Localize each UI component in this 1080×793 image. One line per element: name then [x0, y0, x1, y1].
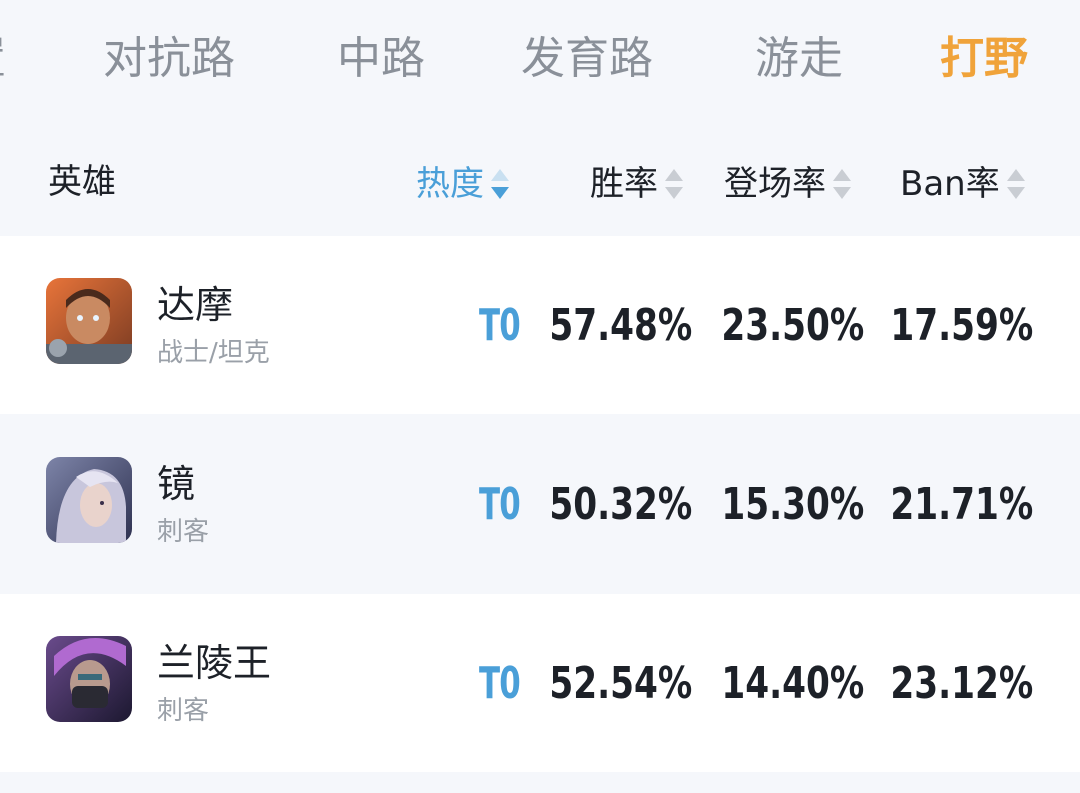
tab-mid-lane[interactable]: 中路	[337, 28, 425, 90]
sort-arrows-icon	[1006, 167, 1026, 201]
header-ban-rate-sort[interactable]: Ban率	[900, 158, 1026, 206]
sort-arrows-icon	[832, 167, 852, 201]
tab-roam[interactable]: 游走	[755, 28, 843, 90]
position-tabs: 置 对抗路 中路 发育路 游走 打野	[0, 0, 1080, 118]
pick-rate-value: 15.30%	[721, 479, 864, 530]
table-footer-gap	[0, 773, 1080, 793]
table-row[interactable]: 达摩 战士/坦克 T0 57.48% 23.50% 17.59%	[0, 236, 1080, 414]
header-heat-sort[interactable]: 热度	[416, 158, 510, 206]
pick-rate-value: 14.40%	[721, 658, 864, 709]
table-row[interactable]: 镜 刺客 T0 50.32% 15.30% 21.71%	[0, 415, 1080, 593]
hero-portrait-icon	[46, 457, 132, 543]
win-rate-value: 50.32%	[549, 479, 692, 530]
ban-rate-value: 17.59%	[890, 300, 1033, 351]
table-row[interactable]: 兰陵王 刺客 T0 52.54% 14.40% 23.12%	[0, 594, 1080, 772]
hero-role: 刺客	[157, 517, 210, 547]
header-win-rate-sort[interactable]: 胜率	[590, 158, 684, 206]
tier-badge: T0	[479, 300, 521, 351]
hero-name: 兰陵王	[157, 641, 272, 685]
ban-rate-value: 21.71%	[890, 479, 1033, 530]
header-hero: 英雄	[48, 162, 116, 202]
hero-role: 战士/坦克	[157, 338, 270, 368]
header-pick-rate-label: 登场率	[724, 163, 826, 204]
hero-name: 达摩	[157, 283, 234, 327]
tier-badge: T0	[479, 658, 521, 709]
header-heat-label: 热度	[416, 163, 484, 204]
win-rate-value: 52.54%	[549, 658, 692, 709]
tab-jungle[interactable]: 打野	[940, 28, 1028, 90]
pick-rate-value: 23.50%	[721, 300, 864, 351]
tab-bot-lane[interactable]: 发育路	[521, 28, 653, 90]
header-win-rate-label: 胜率	[590, 163, 658, 204]
sort-arrows-icon	[664, 167, 684, 201]
hero-portrait-icon	[46, 278, 132, 364]
tab-top-lane[interactable]: 对抗路	[103, 28, 235, 90]
hero-role: 刺客	[157, 696, 210, 726]
win-rate-value: 57.48%	[549, 300, 692, 351]
tier-badge: T0	[479, 479, 521, 530]
hero-name: 镜	[157, 462, 196, 506]
sort-arrows-icon	[490, 167, 510, 201]
table-header: 英雄 热度 胜率 登场率 Ban率	[0, 118, 1080, 236]
header-ban-rate-label: Ban率	[900, 163, 1000, 204]
ban-rate-value: 23.12%	[890, 658, 1033, 709]
tab-partial[interactable]: 置	[0, 28, 6, 90]
header-pick-rate-sort[interactable]: 登场率	[724, 158, 852, 206]
hero-portrait-icon	[46, 636, 132, 722]
